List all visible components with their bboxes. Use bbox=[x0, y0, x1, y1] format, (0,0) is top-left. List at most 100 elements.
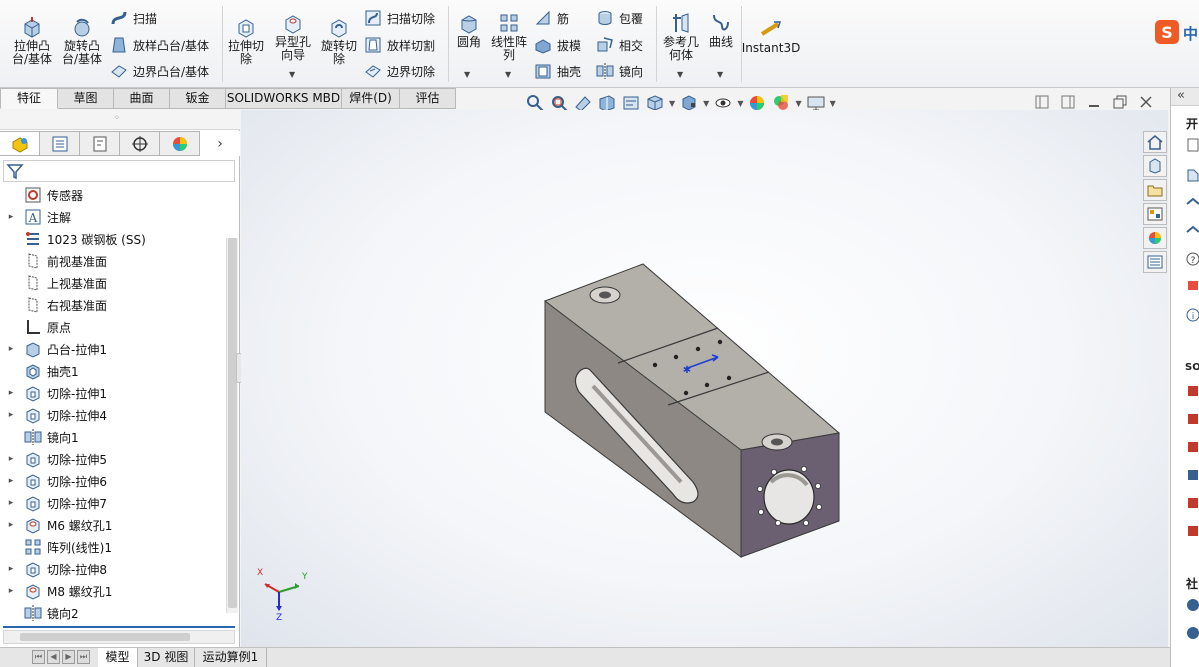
display-style-dropdown-icon[interactable]: ▼ bbox=[703, 99, 709, 108]
hole-wizard-button[interactable]: 异型孔 向导 bbox=[272, 12, 314, 62]
extrude-cut-button[interactable]: 拉伸切 除 bbox=[226, 16, 266, 66]
community-icon[interactable] bbox=[1186, 626, 1199, 640]
tree-item[interactable]: ▸ 切除-拉伸5 bbox=[0, 448, 228, 470]
fillet-dropdown-icon[interactable]: ▼ bbox=[464, 70, 470, 79]
view-orientation-dropdown-icon[interactable]: ▼ bbox=[669, 99, 675, 108]
minimize-icon[interactable] bbox=[1087, 95, 1101, 109]
panel-grip-icon[interactable]: ◦ bbox=[114, 113, 120, 124]
expand-arrow-icon[interactable]: ▸ bbox=[3, 212, 19, 222]
tree-item[interactable]: ▸ 凸台-拉伸1 bbox=[0, 338, 228, 360]
boundary-cut-button[interactable]: 边界切除 bbox=[364, 62, 435, 80]
tree-item[interactable]: ▸ 切除-拉伸8 bbox=[0, 558, 228, 580]
info-icon[interactable]: i bbox=[1186, 308, 1199, 322]
tab-property-manager[interactable] bbox=[40, 131, 80, 156]
tab-weldments[interactable]: 焊件(D) bbox=[342, 88, 400, 109]
swept-cut-button[interactable]: 扫描切除 bbox=[364, 9, 435, 27]
tab-sketch[interactable]: 草图 bbox=[58, 88, 114, 109]
task-pane-custom-properties[interactable] bbox=[1143, 251, 1167, 273]
hide-show-dropdown-icon[interactable]: ▼ bbox=[737, 99, 743, 108]
expand-arrow-icon[interactable]: ▸ bbox=[3, 498, 19, 508]
revolve-cut-button[interactable]: 旋转切 除 bbox=[318, 16, 360, 66]
expand-arrow-icon[interactable]: ▸ bbox=[3, 476, 19, 486]
panel-grip-bar[interactable]: ◦ bbox=[0, 110, 240, 130]
first-tab-icon[interactable]: ⏮ bbox=[32, 650, 45, 664]
tile-right-icon[interactable] bbox=[1061, 95, 1075, 109]
tree-item[interactable]: 1023 碳钢板 (SS) bbox=[0, 228, 228, 250]
tile-left-icon[interactable] bbox=[1035, 95, 1049, 109]
close-icon[interactable] bbox=[1139, 95, 1153, 109]
task-pane-design-library[interactable] bbox=[1143, 155, 1167, 177]
resource-icon[interactable] bbox=[1186, 278, 1199, 292]
collapse-pane-icon[interactable]: « bbox=[1177, 88, 1185, 103]
draft-button[interactable]: 拔模 bbox=[534, 36, 581, 54]
tree-horizontal-scrollbar[interactable] bbox=[3, 630, 235, 644]
tree-vertical-scrollbar[interactable] bbox=[226, 238, 238, 613]
tab-features[interactable]: 特征 bbox=[0, 88, 58, 109]
shell-button[interactable]: 抽壳 bbox=[534, 62, 581, 80]
tree-item[interactable]: 前视基准面 bbox=[0, 250, 228, 272]
graphics-area[interactable]: ✱ X Y Z bbox=[241, 110, 1168, 647]
tree-item[interactable]: ▸ 切除-拉伸6 bbox=[0, 470, 228, 492]
lofted-cut-button[interactable]: 放样切割 bbox=[364, 36, 435, 54]
loft-boss-button[interactable]: 放样凸台/基体 bbox=[110, 36, 209, 54]
linear-pattern-button[interactable]: 线性阵 列 bbox=[488, 12, 530, 62]
apply-scene-dropdown-icon[interactable]: ▼ bbox=[795, 99, 801, 108]
help-icon[interactable]: ? bbox=[1186, 252, 1199, 266]
boundary-boss-button[interactable]: 边界凸台/基体 bbox=[110, 62, 209, 80]
task-pane-view-palette[interactable] bbox=[1143, 203, 1167, 225]
reference-geometry-button[interactable]: 参考几 何体 bbox=[660, 12, 702, 62]
sw-resource-icon[interactable] bbox=[1186, 440, 1199, 454]
curves-button[interactable]: 曲线 bbox=[704, 12, 738, 49]
next-tab-icon[interactable]: ▶ bbox=[62, 650, 75, 664]
wrap-button[interactable]: 包覆 bbox=[596, 9, 643, 27]
tab-feature-manager[interactable] bbox=[0, 131, 40, 156]
tree-item[interactable]: ▸ 切除-拉伸1 bbox=[0, 382, 228, 404]
intersect-button[interactable]: 相交 bbox=[596, 36, 643, 54]
sw-resource-icon[interactable] bbox=[1186, 384, 1199, 398]
rollback-bar[interactable] bbox=[3, 626, 235, 628]
sw-resource-icon[interactable] bbox=[1186, 412, 1199, 426]
sw-resource-icon[interactable] bbox=[1186, 524, 1199, 538]
restore-icon[interactable] bbox=[1113, 95, 1127, 109]
expand-arrow-icon[interactable]: ▸ bbox=[3, 564, 19, 574]
expand-arrow-icon[interactable]: ▸ bbox=[3, 410, 19, 420]
tutorial-icon[interactable] bbox=[1186, 224, 1199, 238]
tab-sheet-metal[interactable]: 钣金 bbox=[170, 88, 226, 109]
tree-filter-box[interactable] bbox=[3, 160, 235, 182]
tree-item[interactable]: ▸ M6 螺纹孔1 bbox=[0, 514, 228, 536]
tab-configuration-manager[interactable] bbox=[80, 131, 120, 156]
task-pane-file-explorer[interactable] bbox=[1143, 179, 1167, 201]
tree-item[interactable]: 镜向1 bbox=[0, 426, 228, 448]
tab-motion-study[interactable]: 运动算例1 bbox=[195, 648, 267, 667]
ime-indicator[interactable]: S 中 bbox=[1155, 18, 1199, 46]
tree-hscroll-thumb[interactable] bbox=[20, 633, 190, 641]
tree-item[interactable]: 原点 bbox=[0, 316, 228, 338]
expand-arrow-icon[interactable]: ▸ bbox=[3, 586, 19, 596]
last-tab-icon[interactable]: ⏭ bbox=[77, 650, 90, 664]
rib-button[interactable]: 筋 bbox=[534, 9, 569, 27]
tree-item[interactable]: ▸ A 注解 bbox=[0, 206, 228, 228]
tree-item[interactable]: ▸ 切除-拉伸7 bbox=[0, 492, 228, 514]
tree-item[interactable]: 上视基准面 bbox=[0, 272, 228, 294]
tab-3d-view[interactable]: 3D 视图 bbox=[138, 648, 195, 667]
tree-item[interactable]: 传感器 bbox=[0, 184, 228, 206]
tree-item[interactable]: 阵列(线性)1 bbox=[0, 536, 228, 558]
linear-pattern-dropdown-icon[interactable]: ▼ bbox=[505, 70, 511, 79]
tree-item[interactable]: 右视基准面 bbox=[0, 294, 228, 316]
tree-item[interactable]: ▸ M8 螺纹孔1 bbox=[0, 580, 228, 602]
tree-scrollbar-thumb[interactable] bbox=[228, 238, 237, 608]
extrude-boss-button[interactable]: 拉伸凸 台/基体 bbox=[8, 16, 56, 66]
tutorial-icon[interactable] bbox=[1186, 196, 1199, 210]
sw-resource-icon[interactable] bbox=[1186, 468, 1199, 482]
reference-geometry-dropdown-icon[interactable]: ▼ bbox=[677, 70, 683, 79]
expand-arrow-icon[interactable]: ▸ bbox=[3, 388, 19, 398]
end-bore[interactable] bbox=[763, 469, 815, 525]
mirror-button[interactable]: 镜向 bbox=[596, 62, 643, 80]
instant3d-button[interactable]: Instant3D bbox=[742, 18, 800, 55]
expand-arrow-icon[interactable]: ▸ bbox=[3, 520, 19, 530]
task-pane-home[interactable] bbox=[1143, 131, 1167, 153]
curves-dropdown-icon[interactable]: ▼ bbox=[717, 70, 723, 79]
tab-dimxpert-manager[interactable] bbox=[120, 131, 160, 156]
tree-item[interactable]: 抽壳1 bbox=[0, 360, 228, 382]
tab-surfaces[interactable]: 曲面 bbox=[114, 88, 170, 109]
